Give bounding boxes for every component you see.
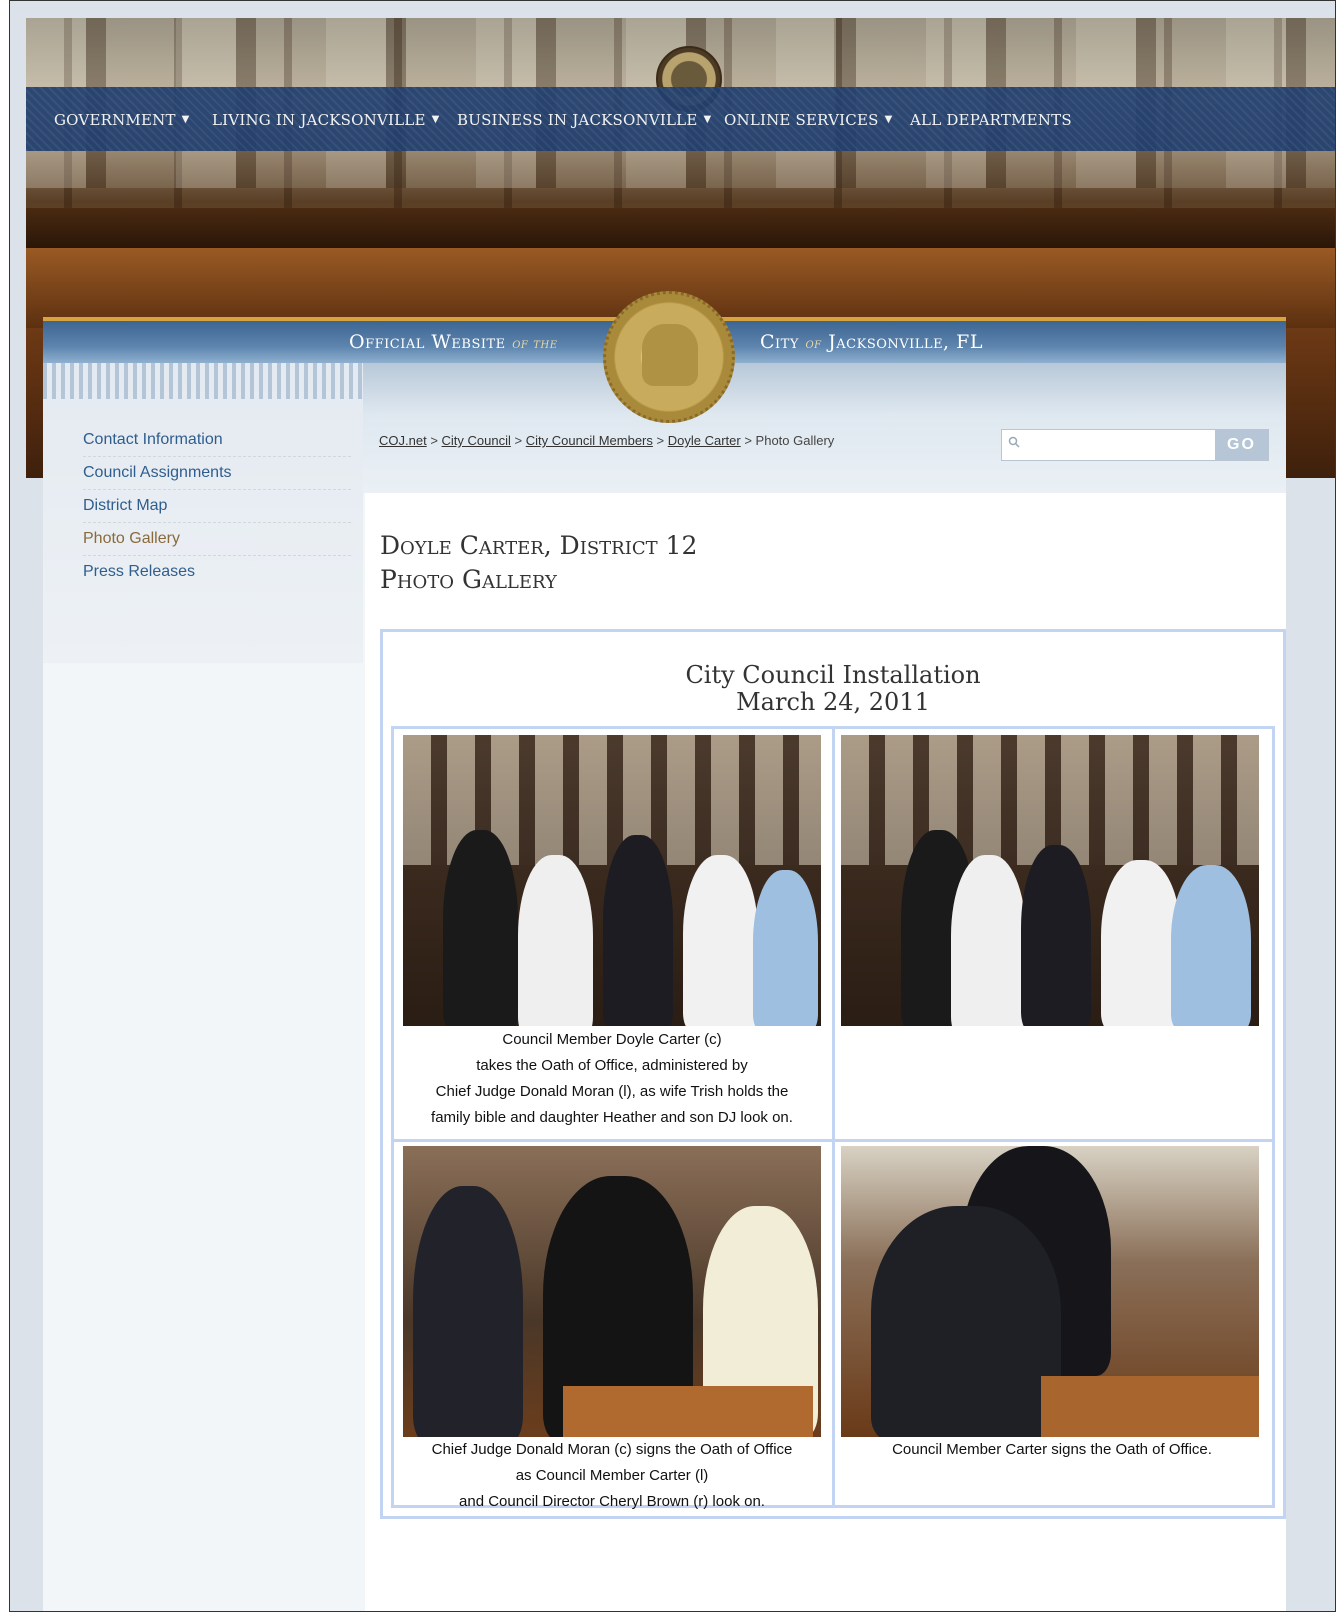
nav-all-departments[interactable]: ALL DEPARTMENTS [910, 111, 1072, 129]
page-title: Doyle Carter, District 12 Photo Gallery [380, 531, 698, 594]
gallery-photo-oath-2[interactable] [841, 735, 1259, 1026]
nav-government[interactable]: GOVERNMENT ▼ [54, 111, 190, 129]
nav-online-services[interactable]: ONLINE SERVICES ▼ [724, 111, 893, 129]
search-box: GO [1001, 429, 1269, 461]
gallery-caption-4: Council Member Carter signs the Oath of … [892, 1441, 1212, 1458]
breadcrumb-link-council-members[interactable]: City Council Members [526, 433, 653, 448]
breadcrumb-link-city-council[interactable]: City Council [442, 433, 511, 448]
breadcrumb: COJ.net > City Council > City Council Me… [379, 433, 835, 448]
caret-down-icon: ▼ [884, 114, 893, 125]
banner-official-website: Official Website of the [349, 331, 558, 353]
sidebar: Contact Information Council Assignments … [43, 363, 363, 663]
gallery-heading: City Council Installation March 24, 2011 [685, 661, 981, 716]
banner-city-name: City of Jacksonville, FL [760, 331, 983, 353]
caret-down-icon: ▼ [181, 114, 190, 125]
sidebar-item-photo-gallery[interactable]: Photo Gallery [83, 522, 351, 556]
caret-down-icon: ▼ [703, 114, 712, 125]
breadcrumb-link-doyle-carter[interactable]: Doyle Carter [668, 433, 741, 448]
sidebar-item-council-assignments[interactable]: Council Assignments [83, 456, 351, 490]
gallery-caption-1: Council Member Doyle Carter (c) takes th… [431, 1031, 793, 1126]
caret-down-icon: ▼ [431, 114, 440, 125]
breadcrumb-current: Photo Gallery [755, 433, 835, 448]
gallery-photo-oath[interactable] [403, 735, 821, 1026]
gallery-caption-3: Chief Judge Donald Moran (c) signs the O… [431, 1441, 793, 1510]
nav-living-in-jacksonville[interactable]: LIVING IN JACKSONVILLE ▼ [212, 111, 440, 129]
search-icon [1008, 436, 1020, 448]
gallery-photo-signing[interactable] [403, 1146, 821, 1437]
sidebar-item-press-releases[interactable]: Press Releases [83, 555, 351, 588]
main-panel: Official Website of the City of Jacksonv… [43, 291, 1286, 1611]
sidebar-item-district-map[interactable]: District Map [83, 489, 351, 523]
city-seal-logo[interactable] [603, 291, 735, 423]
breadcrumb-link-coj[interactable]: COJ.net [379, 433, 427, 448]
gallery-photo-carter-signing[interactable] [841, 1146, 1259, 1437]
nav-business-in-jacksonville[interactable]: BUSINESS IN JACKSONVILLE ▼ [457, 111, 711, 129]
photo-gallery: City Council Installation March 24, 2011… [380, 629, 1286, 1519]
sidebar-item-contact-information[interactable]: Contact Information [83, 423, 351, 457]
search-input[interactable] [1026, 434, 1210, 458]
search-go-button[interactable]: GO [1215, 430, 1268, 460]
browser-frame: GOVERNMENT ▼ LIVING IN JACKSONVILLE ▼ BUSI… [9, 0, 1336, 1612]
main-nav: GOVERNMENT ▼ LIVING IN JACKSONVILLE ▼ BUSI… [26, 87, 1335, 151]
gallery-grid: Council Member Doyle Carter (c) takes th… [391, 726, 1275, 1510]
